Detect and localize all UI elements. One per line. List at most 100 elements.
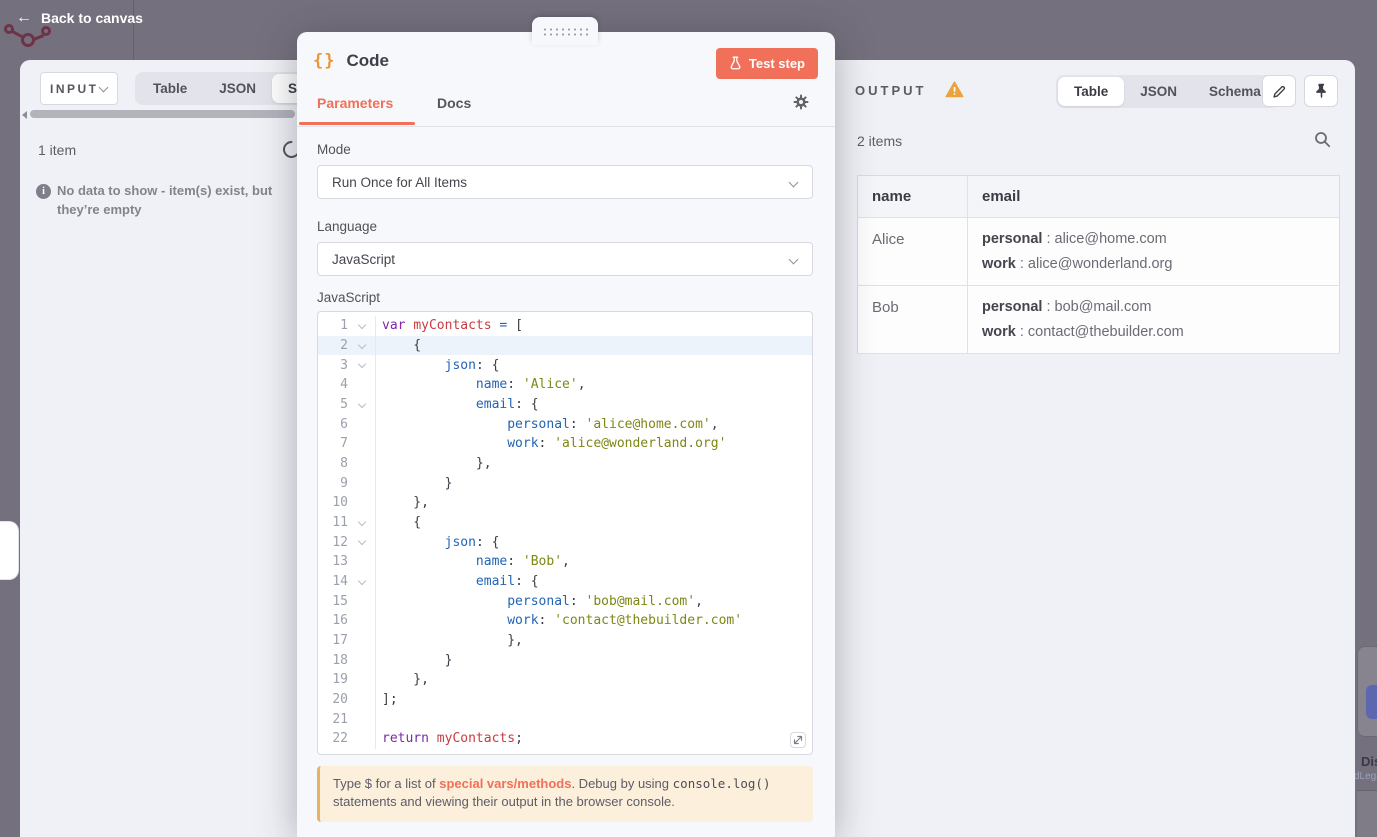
line-number: 12 [332, 534, 348, 550]
language-select-value: JavaScript [332, 251, 396, 267]
code-line: 12 json: { [318, 532, 812, 553]
gutter-fold-cell [348, 453, 376, 474]
code-text: { [382, 515, 422, 531]
line-number: 20 [332, 692, 348, 708]
modal-drag-handle[interactable] [532, 17, 598, 45]
code-line: 20]; [318, 689, 812, 710]
code-editor[interactable]: 1 var myContacts = [2 {3 json: {4 name: '… [317, 311, 813, 755]
info-icon: i [36, 184, 51, 199]
line-number: 4 [340, 377, 348, 393]
table-row: Alice personal : alice@home.com work : ali… [857, 217, 1340, 286]
fold-chevron-icon[interactable] [357, 399, 366, 408]
fold-chevron-icon[interactable] [357, 320, 366, 330]
code-line: 8 }, [318, 453, 812, 474]
code-line: 19 }, [318, 670, 812, 690]
gutter-fold-cell [348, 729, 376, 749]
code-text: personal: 'alice@home.com', [507, 416, 719, 432]
fold-chevron-icon[interactable] [357, 536, 366, 546]
mode-select[interactable]: Run Once for All Items [317, 165, 813, 199]
pin-icon [1315, 83, 1326, 99]
fold-chevron-icon[interactable] [357, 576, 366, 585]
search-icon[interactable] [1314, 131, 1331, 153]
input-empty-message: i No data to show - item(s) exist, but t… [36, 182, 298, 220]
gutter-fold-cell [348, 394, 376, 415]
code-text: ]; [382, 692, 398, 708]
line-number: 2 [340, 338, 348, 353]
input-horizontal-scrollbar[interactable] [30, 110, 295, 118]
code-line: 4 name: 'Alice', [318, 375, 812, 395]
line-number: 15 [332, 593, 348, 609]
tab-table[interactable]: Table [1058, 77, 1125, 106]
output-table-header-email: email [967, 175, 1340, 218]
code-text: work: 'alice@wonderland.org' [507, 436, 727, 452]
code-text: email: { [475, 574, 539, 590]
code-line: 13 name: 'Bob', [318, 552, 812, 572]
hint-code: console.log() [672, 776, 771, 791]
gutter-fold-cell [348, 611, 376, 631]
line-number: 9 [340, 475, 348, 491]
test-step-label: Test step [748, 56, 805, 71]
gutter-fold-cell [348, 375, 376, 395]
pin-data-button[interactable] [1304, 75, 1338, 107]
language-select[interactable]: JavaScript [317, 242, 813, 276]
code-text: name: 'Alice', [475, 377, 586, 393]
code-text: { [382, 338, 422, 353]
fold-chevron-icon[interactable] [357, 359, 366, 369]
fold-chevron-icon[interactable] [357, 340, 366, 349]
node-title[interactable]: Code [346, 51, 389, 71]
gutter-fold-cell [348, 434, 376, 454]
fold-chevron-icon[interactable] [357, 517, 366, 526]
code-line: 18 } [318, 650, 812, 671]
line-number: 21 [332, 711, 348, 727]
code-text: } [382, 652, 453, 668]
tab-docs[interactable]: Docs [437, 95, 471, 111]
line-number: 19 [332, 672, 348, 688]
gutter-fold-cell [348, 650, 376, 671]
discord-node-icon [1366, 685, 1377, 719]
gutter-fold-cell [348, 552, 376, 572]
gutter-fold-cell [348, 630, 376, 651]
warning-triangle-icon [945, 81, 964, 103]
line-number: 7 [340, 436, 348, 452]
language-field-label: Language [317, 219, 378, 234]
pencil-icon [1272, 85, 1285, 98]
active-tab-underline [299, 122, 415, 125]
hint-suffix: statements and viewing their output in t… [333, 794, 675, 810]
code-line: 2 { [318, 335, 812, 356]
line-number: 13 [332, 554, 348, 570]
gutter-fold-cell [348, 473, 376, 494]
arrow-left-icon: ← [16, 9, 32, 26]
table-row: Bob personal : bob@mail.com work : contact… [857, 285, 1340, 354]
edit-output-button[interactable] [1262, 75, 1296, 107]
code-editor-label: JavaScript [317, 290, 381, 305]
code-line: 7 work: 'alice@wonderland.org' [318, 434, 812, 454]
output-display-tabs: Table JSON Schema [1056, 75, 1279, 108]
input-pane-selector[interactable]: INPUT [40, 72, 118, 105]
output-pane-label: OUTPUT [855, 83, 927, 98]
tab-table[interactable]: Table [137, 74, 203, 103]
gear-icon[interactable] [793, 94, 809, 115]
code-text: }, [382, 672, 429, 688]
special-vars-link[interactable]: special vars/methods [439, 776, 571, 791]
tab-json[interactable]: JSON [203, 74, 272, 103]
tabs-divider [297, 126, 835, 127]
tab-json[interactable]: JSON [1124, 77, 1193, 106]
chevron-down-icon [98, 82, 108, 92]
scroll-left-arrow-icon[interactable] [22, 111, 27, 119]
email-entry: work : alice@wonderland.org [982, 256, 1173, 272]
code-text: }, [382, 633, 523, 649]
tab-parameters[interactable]: Parameters [317, 95, 393, 111]
code-line: 17 }, [318, 630, 812, 651]
code-line: 11 { [318, 512, 812, 533]
gutter-fold-cell [348, 414, 376, 435]
line-number: 14 [332, 574, 348, 590]
back-to-canvas-button[interactable]: ← Back to canvas [16, 9, 143, 27]
canvas-node-peek-2 [1357, 790, 1377, 837]
cell-email: personal : bob@mail.com work : contact@th… [967, 285, 1340, 354]
panel-collapse-handle[interactable] [0, 522, 18, 579]
curly-braces-icon: {} [313, 51, 336, 71]
canvas-node-subtitle: dLega [1354, 771, 1377, 782]
code-line: 21 [318, 709, 812, 730]
test-step-button[interactable]: Test step [715, 48, 818, 79]
resize-grip-icon[interactable] [790, 732, 806, 748]
